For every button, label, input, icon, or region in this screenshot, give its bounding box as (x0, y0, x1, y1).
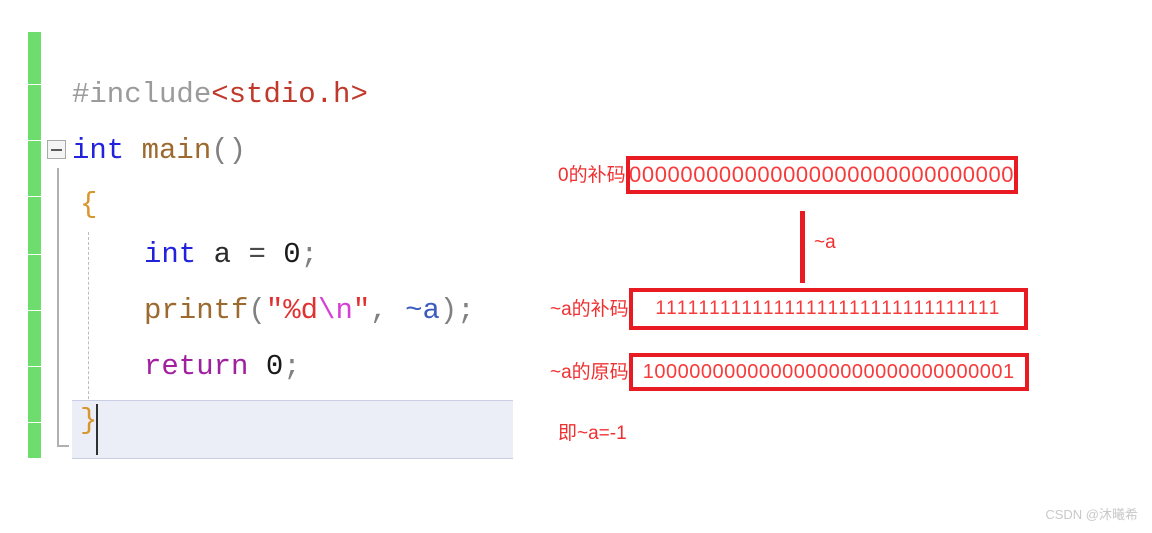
code-token: int (144, 238, 197, 271)
binary-bits-box: 10000000000000000000000000000001 (628, 353, 1029, 391)
code-line-include[interactable]: #include<stdio.h> (72, 80, 368, 110)
code-line-return-statement[interactable]: return 0; (144, 352, 301, 382)
code-token: a (196, 238, 249, 271)
binary-bits-box: 00000000000000000000000000000000 (625, 156, 1018, 194)
code-token: ; (457, 294, 475, 327)
code-token: printf (144, 294, 249, 327)
code-token: { (80, 188, 98, 221)
binary-row-na-original: ~a的原码 10000000000000000000000000000001 (550, 353, 1029, 391)
code-line-printf-call[interactable]: printf("%d\n", ~a); (144, 296, 475, 326)
code-line-open-brace[interactable]: { (80, 190, 97, 220)
current-line-highlight (72, 400, 513, 459)
code-token: , (370, 294, 406, 327)
code-token: \n (318, 294, 353, 327)
unsaved-change-indicator-bar (28, 32, 41, 458)
code-token: int (72, 134, 125, 167)
code-fold-rail-foot (57, 445, 69, 447)
code-token: main (141, 134, 212, 167)
code-token: "%d (265, 294, 319, 327)
code-token: () (211, 134, 247, 167)
collapse-toggle-icon[interactable] (47, 140, 66, 159)
binary-row-zero-complement: 0的补码 00000000000000000000000000000000 (558, 156, 1018, 194)
binary-representation-diagram: 0的补码 00000000000000000000000000000000 ~a… (520, 0, 1152, 533)
binary-row-label: ~a的原码 (550, 361, 629, 383)
code-token: ) (439, 294, 458, 327)
code-line-main-signature[interactable]: int main() (72, 136, 246, 166)
code-fold-rail (57, 168, 59, 447)
binary-row-label: 0的补码 (558, 164, 626, 186)
binary-row-na-complement: ~a的补码 11111111111111111111111111111111 (550, 288, 1028, 330)
code-token: = (248, 238, 266, 271)
code-token: return (144, 350, 249, 383)
code-token: ; (300, 238, 319, 271)
code-token: 0 (283, 238, 301, 271)
code-token: <stdio.h> (211, 78, 368, 111)
code-editor[interactable]: #include<stdio.h> int main(){int a = 0; pr… (0, 0, 520, 480)
connector-line (800, 211, 805, 283)
connector-label: ~a (814, 232, 836, 253)
code-token: " (352, 294, 371, 327)
conclusion-text: 即~a=-1 (558, 423, 627, 444)
code-line-declare-a[interactable]: int a = 0; (144, 240, 318, 270)
code-token: } (80, 404, 98, 437)
code-token: ( (248, 294, 266, 327)
binary-bits-box: 11111111111111111111111111111111 (628, 288, 1028, 330)
code-token: ~a (405, 294, 440, 327)
code-token: 0 (265, 350, 284, 383)
code-token: ; (283, 350, 301, 383)
code-line-close-brace[interactable]: } (80, 406, 97, 436)
code-token: #include (72, 78, 212, 111)
binary-row-label: ~a的补码 (550, 298, 629, 320)
csdn-watermark: CSDN @沐曦希 (1045, 507, 1138, 522)
indent-guide (88, 232, 89, 414)
